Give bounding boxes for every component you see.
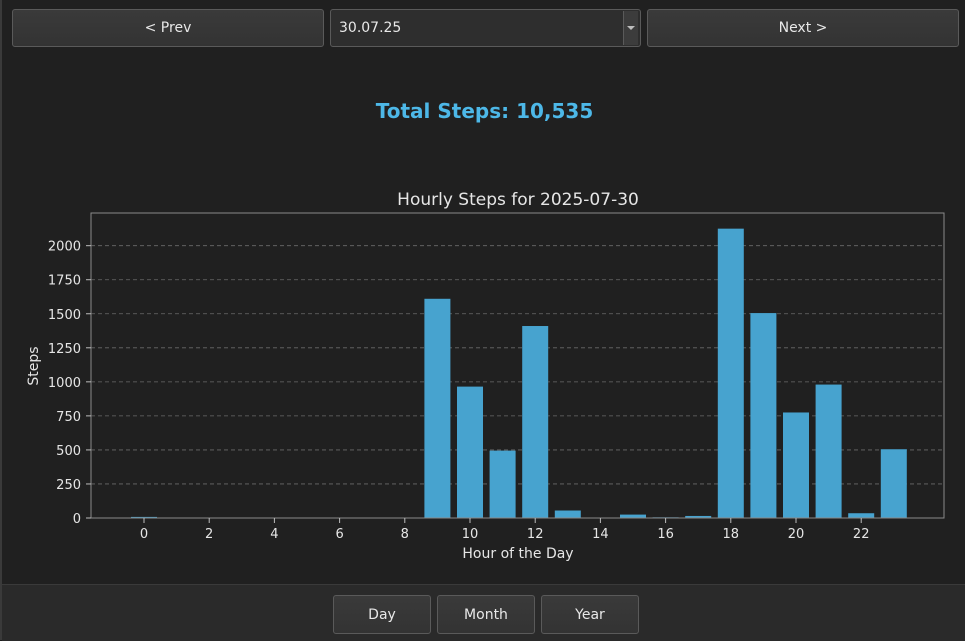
bar-hour-20	[783, 412, 809, 518]
x-tick-label: 20	[788, 527, 805, 542]
month-button[interactable]: Month	[437, 595, 535, 634]
bar-hour-21	[815, 384, 842, 518]
app-window: < Prev 30.07.25 Next > Total Steps: 10,5…	[0, 0, 965, 641]
x-axis-label: Hour of the Day	[462, 546, 573, 562]
bar-hour-18	[717, 228, 744, 518]
x-tick-label: 18	[723, 527, 740, 542]
bar-hour-11	[489, 450, 516, 518]
hourly-steps-chart: Hourly Steps for 2025-07-30 0 250 500 750 10…	[26, 190, 945, 562]
bar-hour-10	[457, 386, 483, 518]
bar-hour-23	[880, 449, 907, 518]
year-button[interactable]: Year	[541, 595, 639, 634]
bar-hour-19	[750, 313, 777, 518]
y-tick-label: 1750	[48, 274, 81, 289]
y-tick-label: 500	[56, 444, 81, 459]
x-tick-label: 8	[401, 527, 409, 542]
bars	[131, 228, 907, 518]
x-tick-label: 16	[657, 527, 674, 542]
y-tick-label: 250	[56, 478, 81, 493]
day-button[interactable]: Day	[333, 595, 431, 634]
x-tick-label: 10	[462, 527, 479, 542]
y-tick-label: 750	[56, 410, 81, 425]
y-tick-label: 0	[73, 512, 81, 527]
bar-hour-13	[554, 510, 581, 518]
bar-hour-9	[424, 298, 451, 518]
y-tick-label: 1500	[48, 308, 81, 323]
y-tick-label: 1000	[48, 376, 81, 391]
bar-hour-12	[522, 326, 549, 518]
y-tick-label: 1250	[48, 342, 81, 357]
chart-title: Hourly Steps for 2025-07-30	[397, 190, 639, 210]
x-tick-label: 22	[853, 527, 870, 542]
x-tick-label: 0	[140, 527, 148, 542]
x-tick-label: 4	[270, 527, 278, 542]
x-tick-label: 2	[205, 527, 213, 542]
x-tick-label: 6	[335, 527, 343, 542]
bar-hour-15	[620, 514, 646, 518]
y-tick-label: 2000	[48, 240, 81, 255]
bar-hour-22	[848, 513, 875, 518]
x-tick-label: 14	[592, 527, 609, 542]
y-axis-label: Steps	[26, 346, 42, 385]
x-tick-label: 12	[527, 527, 544, 542]
